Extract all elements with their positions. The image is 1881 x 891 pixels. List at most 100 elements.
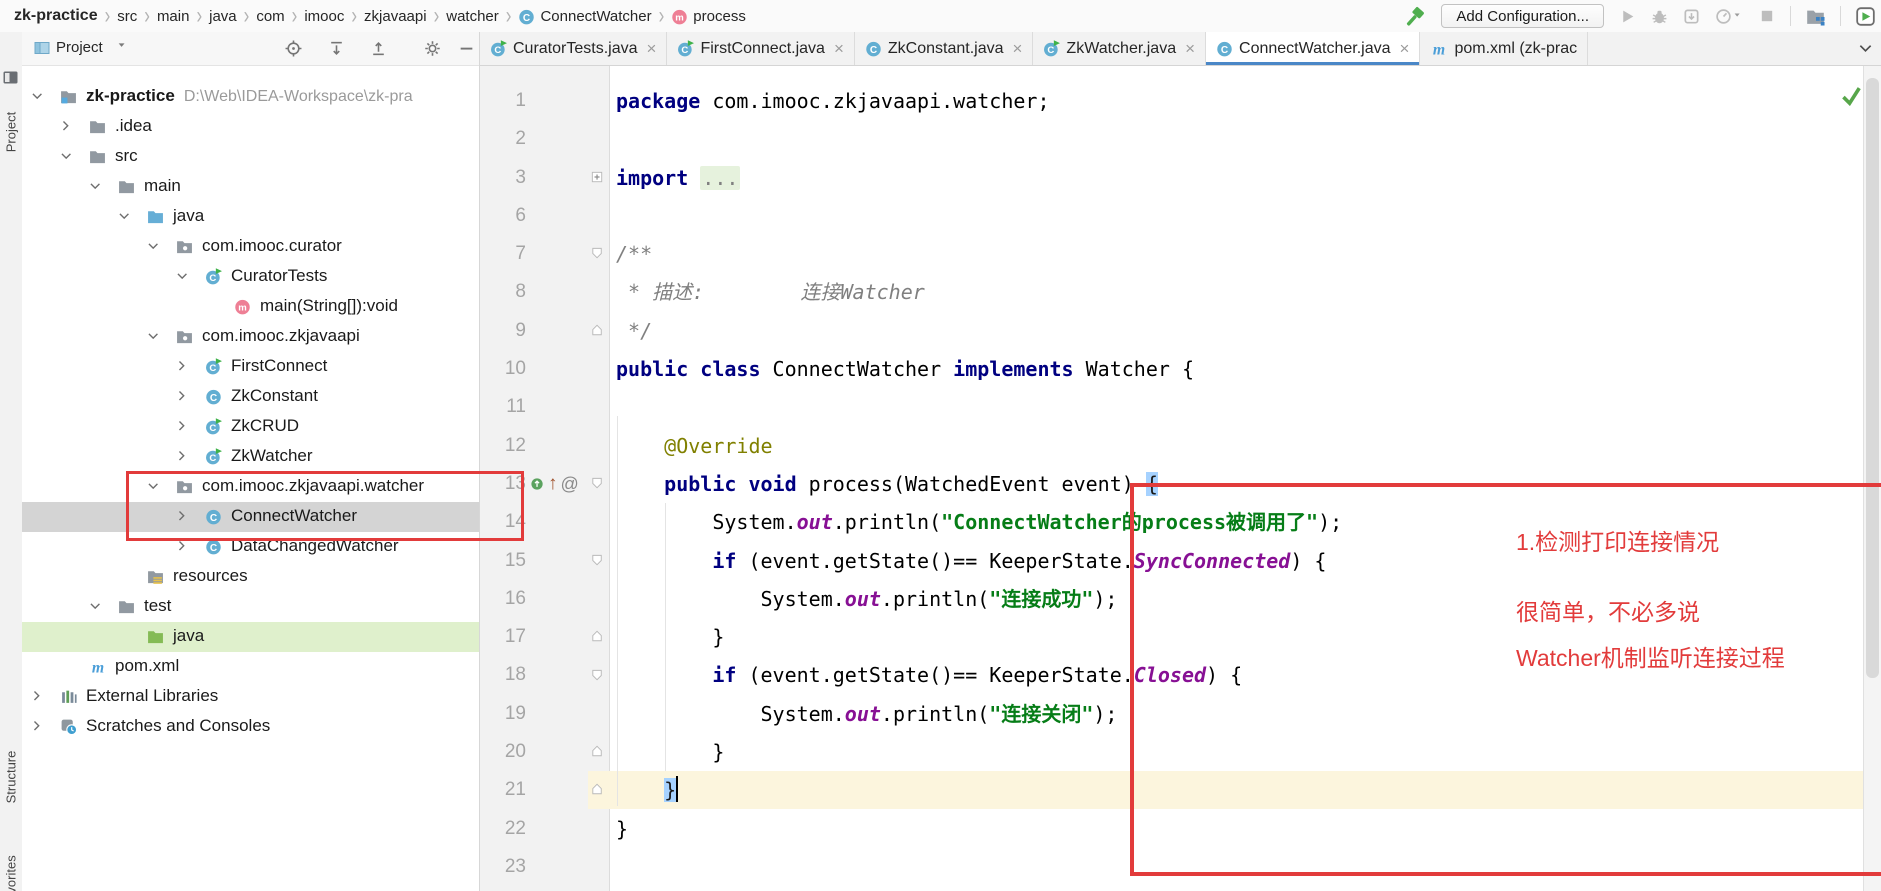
breadcrumb-item-zkjavaapi[interactable]: zkjavaapi <box>364 8 427 25</box>
add-configuration-button[interactable]: Add Configuration... <box>1441 4 1604 28</box>
tree-item-test[interactable]: test <box>22 592 479 622</box>
tree-item-main-string-void[interactable]: m main(String[]):void <box>22 292 479 322</box>
fold-marker-icon[interactable] <box>590 476 605 491</box>
chevron-right-icon[interactable] <box>176 390 189 403</box>
tab-connectwatcher.java[interactable]: C ConnectWatcher.java × <box>1206 32 1421 65</box>
code-line[interactable]: @Override <box>616 427 1342 465</box>
project-structure-icon[interactable] <box>1806 7 1825 26</box>
code-line[interactable]: /** <box>616 235 1342 273</box>
chevron-down-icon[interactable] <box>147 330 160 343</box>
code-line[interactable]: System.out.println("连接成功"); <box>616 580 1342 618</box>
chevron-right-icon[interactable] <box>176 510 189 523</box>
code-line[interactable]: System.out.println("连接关闭"); <box>616 695 1342 733</box>
code-line[interactable]: public class ConnectWatcher implements W… <box>616 350 1342 388</box>
chevron-down-icon[interactable] <box>118 210 131 223</box>
code-line[interactable]: System.out.println("ConnectWatcher的proce… <box>616 503 1342 541</box>
inspection-ok-check-icon[interactable] <box>1840 84 1862 106</box>
tree-item-main[interactable]: main <box>22 172 479 202</box>
chevron-right-icon[interactable] <box>176 420 189 433</box>
tool-window-button-favorites[interactable]: Favorites <box>4 855 19 891</box>
chevron-right-icon[interactable] <box>60 120 73 133</box>
code-line[interactable] <box>616 120 1342 158</box>
coverage-icon[interactable] <box>1683 8 1700 25</box>
tab-zkconstant.java[interactable]: C ZkConstant.java × <box>855 32 1034 65</box>
overrides-method-icon[interactable] <box>530 477 545 492</box>
close-tab-icon[interactable]: × <box>647 39 657 59</box>
override-arrow-icon[interactable]: ↑ <box>548 473 558 495</box>
code-line[interactable]: package com.imooc.zkjavaapi.watcher; <box>616 82 1342 120</box>
tree-item-src[interactable]: src <box>22 142 479 172</box>
tree-item-java[interactable]: java <box>22 622 479 652</box>
chevron-right-icon[interactable] <box>176 450 189 463</box>
tree-item-datachangedwatcher[interactable]: C DataChangedWatcher <box>22 532 479 562</box>
chevron-down-icon[interactable] <box>118 41 129 52</box>
breadcrumb-item-src[interactable]: src <box>117 8 137 25</box>
tree-item-connectwatcher[interactable]: C ConnectWatcher <box>22 502 479 532</box>
breadcrumb-item-com[interactable]: com <box>256 8 284 25</box>
expand-all-icon[interactable] <box>328 40 345 57</box>
tab-zkwatcher.java[interactable]: C ZkWatcher.java × <box>1033 32 1207 65</box>
annotation-gutter-icon[interactable]: @ <box>561 474 579 495</box>
tree-item-zkconstant[interactable]: C ZkConstant <box>22 382 479 412</box>
build-hammer-icon[interactable] <box>1403 5 1426 28</box>
chevron-down-icon[interactable] <box>89 600 102 613</box>
fold-marker-icon[interactable] <box>590 668 605 683</box>
debug-icon[interactable] <box>1651 8 1668 25</box>
code-line[interactable]: } <box>616 771 1342 809</box>
code-line[interactable] <box>616 848 1342 886</box>
hide-panel-icon[interactable] <box>458 40 475 57</box>
code-line[interactable]: } <box>616 810 1342 848</box>
tree-item-firstconnect[interactable]: C FirstConnect <box>22 352 479 382</box>
breadcrumb-item-java[interactable]: java <box>209 8 237 25</box>
close-tab-icon[interactable]: × <box>1012 39 1022 59</box>
tree-item-com.imooc.zkjavaapi[interactable]: com.imooc.zkjavaapi <box>22 322 479 352</box>
chevron-right-icon[interactable] <box>176 360 189 373</box>
code-line[interactable]: } <box>616 618 1342 656</box>
close-tab-icon[interactable]: × <box>1400 39 1410 59</box>
tab-pom.xml-zk-prac[interactable]: m pom.xml (zk-prac <box>1420 32 1589 65</box>
fold-marker-icon[interactable] <box>590 744 605 759</box>
tree-item-.idea[interactable]: .idea <box>22 112 479 142</box>
breadcrumb-item-zk-practice[interactable]: zk-practice <box>14 7 98 25</box>
chevron-down-icon[interactable] <box>60 150 73 163</box>
chevron-down-icon[interactable] <box>89 180 102 193</box>
chevron-right-icon[interactable] <box>176 540 189 553</box>
breadcrumb-item-imooc[interactable]: imooc <box>304 8 344 25</box>
code-area[interactable]: package com.imooc.zkjavaapi.watcher; impo… <box>616 82 1342 886</box>
fold-marker-icon[interactable] <box>590 246 605 261</box>
tree-item-zk-practice[interactable]: zk-practice D:\Web\IDEA-Workspace\zk-pra <box>22 82 479 112</box>
tree-item-pom.xml[interactable]: m pom.xml <box>22 652 479 682</box>
code-line[interactable] <box>616 197 1342 235</box>
chevron-right-icon[interactable] <box>31 690 44 703</box>
tool-window-button-structure[interactable]: Structure <box>4 751 19 804</box>
chevron-right-icon[interactable] <box>31 720 44 733</box>
tree-item-resources[interactable]: resources <box>22 562 479 592</box>
breadcrumb-item-watcher[interactable]: watcher <box>446 8 499 25</box>
run-icon[interactable] <box>1619 8 1636 25</box>
tree-item-java[interactable]: java <box>22 202 479 232</box>
fold-marker-icon[interactable] <box>590 553 605 568</box>
code-line[interactable]: import ... <box>616 159 1342 197</box>
tree-item-curatortests[interactable]: C CuratorTests <box>22 262 479 292</box>
code-line[interactable]: * 描述: 连接Watcher <box>616 273 1342 311</box>
gear-icon[interactable] <box>424 40 441 57</box>
fold-marker-icon[interactable] <box>590 170 605 185</box>
tool-window-button-project[interactable]: Project <box>4 112 19 152</box>
chevron-down-icon[interactable] <box>176 270 189 283</box>
breadcrumb-item-connectwatcher[interactable]: C ConnectWatcher <box>518 8 652 25</box>
terminal-run-icon[interactable] <box>1856 6 1875 26</box>
collapse-all-icon[interactable] <box>370 40 387 57</box>
code-line[interactable]: if (event.getState()== KeeperState.SyncC… <box>616 542 1342 580</box>
hidden-tabs-chevron-icon[interactable] <box>1858 41 1873 56</box>
tree-item-com.imooc.zkjavaapi.watcher[interactable]: com.imooc.zkjavaapi.watcher <box>22 472 479 502</box>
locate-file-icon[interactable] <box>285 40 302 57</box>
chevron-down-icon[interactable] <box>147 480 160 493</box>
tree-item-zkwatcher[interactable]: C ZkWatcher <box>22 442 479 472</box>
tree-item-com.imooc.curator[interactable]: com.imooc.curator <box>22 232 479 262</box>
close-tab-icon[interactable]: × <box>1185 39 1195 59</box>
fold-marker-icon[interactable] <box>590 629 605 644</box>
tree-item-external-libraries[interactable]: External Libraries <box>22 682 479 712</box>
project-tool-icon[interactable] <box>3 70 19 86</box>
code-line[interactable]: public void process(WatchedEvent event) … <box>616 465 1342 503</box>
project-panel-title[interactable]: Project <box>56 39 103 56</box>
